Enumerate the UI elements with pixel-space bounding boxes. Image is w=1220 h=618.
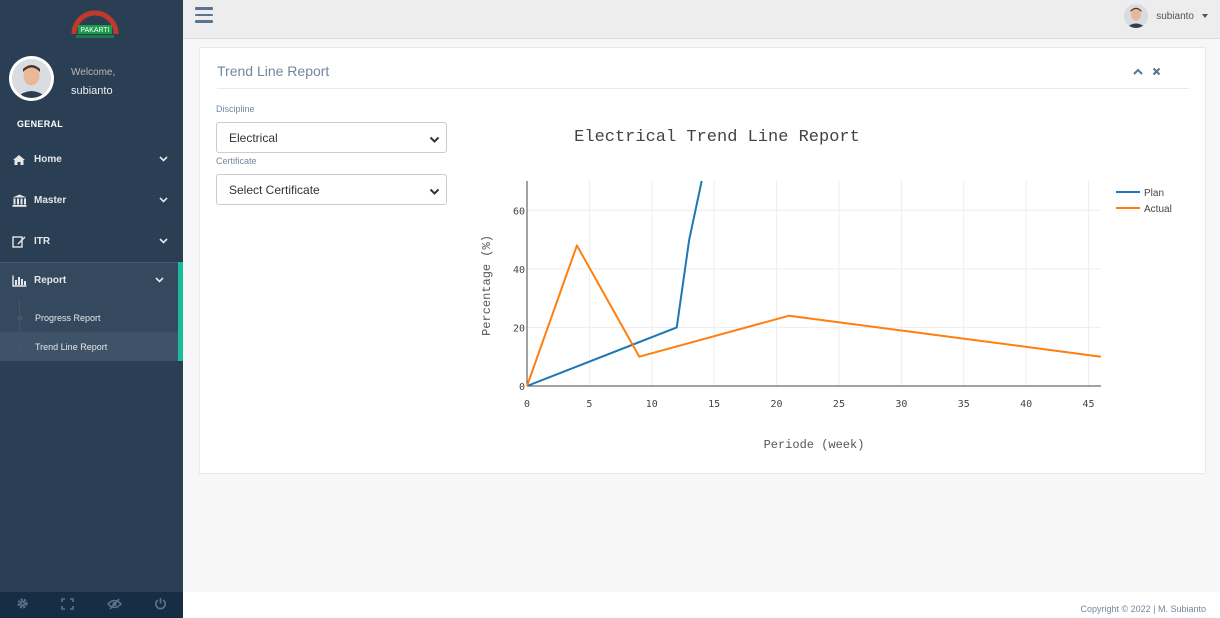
x-tick-label: 45 — [1082, 399, 1094, 410]
legend-label-actual: Actual — [1144, 204, 1172, 215]
certificate-select[interactable]: Select Certificate — [216, 174, 447, 205]
discipline-select[interactable]: Electrical — [216, 122, 447, 153]
close-icon[interactable] — [1152, 65, 1161, 79]
collapse-icon[interactable] — [1133, 65, 1143, 79]
welcome-text: Welcome, — [71, 67, 116, 78]
sidebar-subitem-trend-line-report[interactable]: Trend Line Report — [0, 332, 178, 361]
chevron-down-icon — [155, 275, 164, 286]
sidebar-item-itr[interactable]: ITR — [0, 221, 183, 262]
sidebar-item-label: ITR — [34, 236, 51, 247]
panel-divider — [217, 88, 1189, 89]
report-submenu: Progress Report Trend Line Report — [0, 299, 183, 361]
x-tick-label: 15 — [708, 399, 720, 410]
menu-toggle-icon[interactable] — [195, 7, 213, 23]
home-icon — [11, 153, 27, 167]
chevron-down-icon — [159, 154, 168, 165]
user-avatar — [1124, 4, 1149, 28]
certificate-value: Select Certificate — [229, 182, 320, 197]
trend-line-chart: 0 5 10 15 20 25 30 35 40 45 0 20 40 60 Electrical Tren… — [480, 128, 1172, 452]
power-icon[interactable] — [154, 597, 167, 613]
series-line-plan — [526, 180, 703, 387]
sidebar-item-label: Home — [34, 154, 62, 165]
sidebar-menu: Home Master ITR Report Progress Report T… — [0, 139, 183, 361]
y-tick-label: 60 — [513, 206, 525, 217]
chevron-down-icon — [159, 195, 168, 206]
copyright-text: Copyright © 2022 | M. Subianto — [1080, 604, 1206, 614]
chart-title: Electrical Trend Line Report — [574, 128, 860, 147]
y-axis-label: Percentage (%) — [480, 235, 494, 336]
bank-icon — [11, 194, 27, 208]
logo-text: PAKARTI — [80, 27, 109, 34]
navbar-username: subianto — [1156, 10, 1194, 22]
sidebar-item-home[interactable]: Home — [0, 139, 183, 180]
user-dropdown[interactable]: subianto — [1124, 4, 1208, 28]
x-axis-label: Periode (week) — [764, 438, 865, 452]
profile-username: subianto — [71, 85, 113, 97]
sidebar-subitem-label: Trend Line Report — [35, 341, 108, 352]
chevron-down-icon — [429, 185, 440, 199]
sidebar: PAKARTI Welcome, subianto GENERAL Home M… — [0, 0, 183, 618]
x-tick-label: 30 — [895, 399, 907, 410]
sidebar-item-label: Report — [34, 275, 67, 286]
x-tick-label: 0 — [524, 399, 530, 410]
sidebar-item-label: Master — [34, 195, 67, 206]
chevron-down-icon — [159, 236, 168, 247]
certificate-label: Certificate — [216, 156, 257, 166]
sidebar-subitem-label: Progress Report — [35, 312, 101, 323]
discipline-label: Discipline — [216, 104, 255, 114]
sidebar-item-master[interactable]: Master — [0, 180, 183, 221]
page-footer — [183, 592, 1220, 618]
x-tick-label: 35 — [958, 399, 970, 410]
sidebar-item-report[interactable]: Report — [0, 262, 183, 299]
x-tick-label: 10 — [646, 399, 658, 410]
y-tick-label: 0 — [519, 382, 525, 393]
pakarti-logo[interactable]: PAKARTI — [70, 8, 120, 40]
caret-down-icon — [1202, 14, 1208, 18]
x-tick-label: 40 — [1020, 399, 1032, 410]
panel-tools — [1133, 65, 1161, 79]
chevron-down-icon — [429, 133, 440, 147]
section-title-general: GENERAL — [17, 119, 64, 129]
x-tick-label: 25 — [833, 399, 845, 410]
series-line-actual — [526, 244, 1102, 387]
discipline-value: Electrical — [229, 130, 278, 145]
edit-icon — [11, 235, 27, 249]
y-tick-label: 40 — [513, 265, 525, 276]
profile-avatar — [9, 56, 54, 101]
x-tick-label: 20 — [771, 399, 783, 410]
legend-label-plan: Plan — [1144, 188, 1164, 199]
gear-icon[interactable] — [16, 597, 29, 613]
sidebar-footer — [0, 592, 183, 618]
y-tick-label: 20 — [513, 323, 525, 334]
bar-chart-icon — [11, 274, 27, 288]
fullscreen-icon[interactable] — [61, 597, 75, 613]
eye-slash-icon[interactable] — [106, 597, 122, 613]
panel-title: Trend Line Report — [217, 63, 330, 79]
sidebar-subitem-progress-report[interactable]: Progress Report — [0, 303, 178, 332]
x-tick-label: 5 — [586, 399, 592, 410]
top-navbar: subianto — [183, 0, 1220, 39]
